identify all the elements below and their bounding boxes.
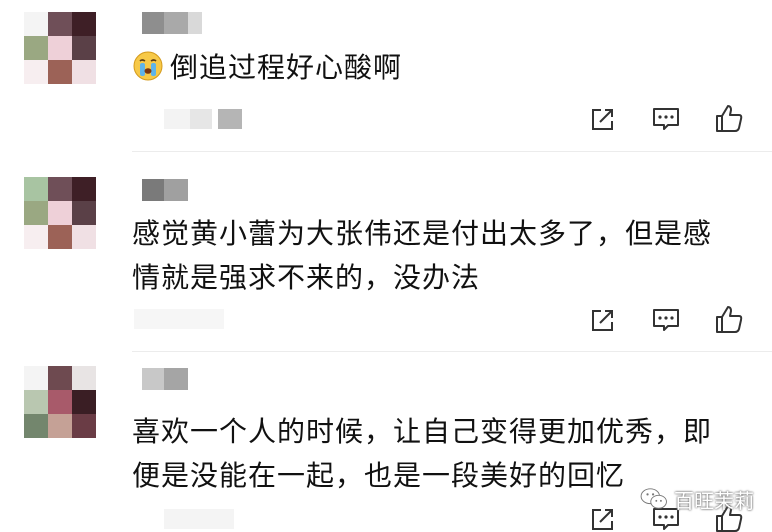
like-button[interactable] <box>712 102 746 136</box>
comment-meta <box>164 108 242 130</box>
avatar-pixel <box>72 60 96 84</box>
avatar-pixel <box>72 12 96 36</box>
comment-text-body: 感觉黄小蕾为大张伟还是付出太多了，但是感情就是强求不来的，没办法 <box>132 217 713 294</box>
reply-button[interactable] <box>649 303 683 337</box>
avatar-pixel <box>72 201 96 225</box>
avatar-pixel <box>72 414 96 438</box>
avatar-pixel <box>48 12 72 36</box>
reply-button[interactable] <box>649 102 683 136</box>
avatar-pixel <box>24 366 48 390</box>
avatar-pixel <box>48 60 72 84</box>
avatar-pixel <box>24 225 48 249</box>
avatar-pixel <box>72 36 96 60</box>
comment-actions <box>586 102 746 136</box>
avatar-pixel <box>24 177 48 201</box>
share-icon <box>592 310 613 331</box>
crying-face-emoji <box>132 50 164 82</box>
comment-text: 倒追过程好心酸啊 <box>132 46 742 90</box>
watermark-text: 百旺茉莉 <box>674 488 754 513</box>
comment-text-body: 喜欢一个人的时候，让自己变得更加优秀，即便是没能在一起，也是一段美好的回忆 <box>132 415 713 492</box>
avatar-pixel <box>48 366 72 390</box>
share-button[interactable] <box>586 502 620 532</box>
username[interactable] <box>142 179 188 201</box>
thumbs-up-icon <box>716 306 743 333</box>
avatar-pixel <box>24 390 48 414</box>
comment-item: 感觉黄小蕾为大张伟还是付出太多了，但是感情就是强求不来的，没办法 <box>0 152 772 352</box>
share-button[interactable] <box>586 303 620 337</box>
avatar-pixel <box>72 225 96 249</box>
comment-icon <box>653 108 679 130</box>
avatar-pixel <box>24 12 48 36</box>
watermark: 百旺茉莉 <box>640 484 754 514</box>
comment-item: 倒追过程好心酸啊 <box>0 0 772 152</box>
avatar[interactable] <box>24 12 96 84</box>
comment-text: 感觉黄小蕾为大张伟还是付出太多了，但是感情就是强求不来的，没办法 <box>132 212 740 300</box>
avatar[interactable] <box>24 366 96 438</box>
wechat-icon <box>640 488 667 509</box>
comment-icon <box>653 309 679 331</box>
avatar-pixel <box>24 60 48 84</box>
avatar-pixel <box>48 201 72 225</box>
avatar[interactable] <box>24 177 96 249</box>
avatar-pixel <box>48 177 72 201</box>
avatar-pixel <box>72 366 96 390</box>
like-button[interactable] <box>712 303 746 337</box>
thumbs-up-icon <box>716 105 743 132</box>
comment-text-body: 倒追过程好心酸啊 <box>170 51 403 84</box>
avatar-pixel <box>72 177 96 201</box>
avatar-pixel <box>48 390 72 414</box>
avatar-pixel <box>48 36 72 60</box>
avatar-pixel <box>24 36 48 60</box>
username[interactable] <box>142 368 188 390</box>
share-icon <box>592 509 613 530</box>
avatar-pixel <box>48 225 72 249</box>
comment-meta <box>134 308 224 330</box>
avatar-pixel <box>48 414 72 438</box>
share-button[interactable] <box>586 102 620 136</box>
comment-actions <box>586 303 746 337</box>
avatar-pixel <box>72 390 96 414</box>
username[interactable] <box>142 12 202 34</box>
avatar-pixel <box>24 201 48 225</box>
share-icon <box>592 109 613 130</box>
comment-thread: 倒追过程好心酸啊 感觉黄小蕾为大张伟还是付出太多了，但是感情就是强求不来的，没办… <box>0 0 772 532</box>
avatar-pixel <box>24 414 48 438</box>
comment-meta <box>164 508 234 530</box>
